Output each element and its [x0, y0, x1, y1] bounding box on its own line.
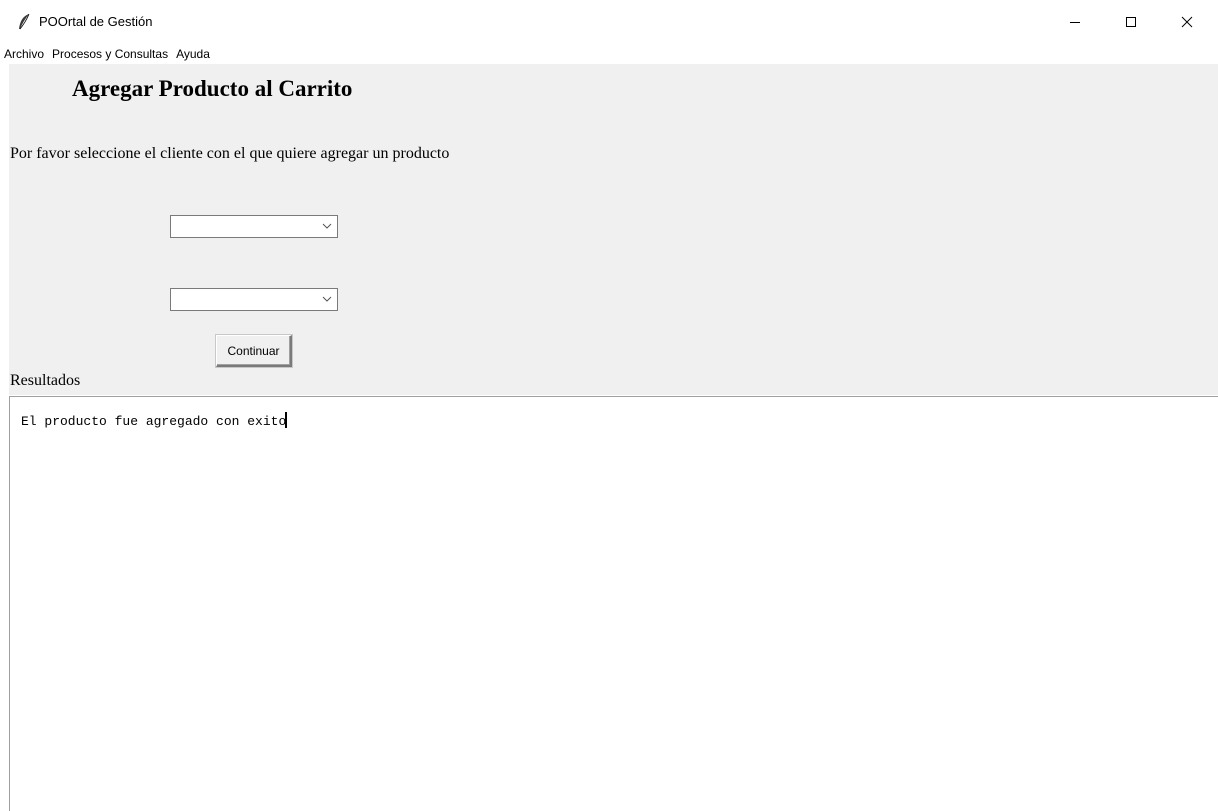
- results-textarea[interactable]: El producto fue agregado con exito: [9, 396, 1218, 811]
- instruction-text: Por favor seleccione el cliente con el q…: [10, 145, 450, 162]
- page-title: Agregar Producto al Carrito: [72, 76, 353, 101]
- window-title: POOrtal de Gestión: [39, 14, 153, 29]
- results-message: El producto fue agregado con exito: [21, 414, 287, 429]
- minimize-button[interactable]: [1052, 0, 1098, 44]
- product-select[interactable]: [170, 288, 338, 311]
- menu-procesos-y-consultas[interactable]: Procesos y Consultas: [48, 45, 172, 63]
- menu-bar: Archivo Procesos y Consultas Ayuda: [0, 44, 1218, 64]
- feather-icon: [17, 13, 31, 31]
- app-window: POOrtal de Gestión Archivo Procesos y Co…: [0, 0, 1218, 811]
- maximize-button[interactable]: [1108, 0, 1154, 44]
- maximize-icon: [1126, 17, 1136, 27]
- continue-button[interactable]: Continuar: [216, 335, 292, 367]
- chevron-down-icon: [322, 223, 332, 229]
- results-label: Resultados: [10, 372, 81, 389]
- text-caret: [285, 412, 288, 428]
- close-icon: [1181, 16, 1193, 28]
- minimize-icon: [1070, 22, 1080, 23]
- chevron-down-icon: [322, 296, 332, 302]
- client-select[interactable]: [170, 215, 338, 238]
- menu-ayuda[interactable]: Ayuda: [172, 45, 214, 63]
- close-button[interactable]: [1164, 0, 1210, 44]
- results-text: El producto fue agregado con exito: [21, 412, 288, 429]
- title-bar[interactable]: POOrtal de Gestión: [0, 0, 1218, 44]
- menu-archivo[interactable]: Archivo: [0, 45, 48, 63]
